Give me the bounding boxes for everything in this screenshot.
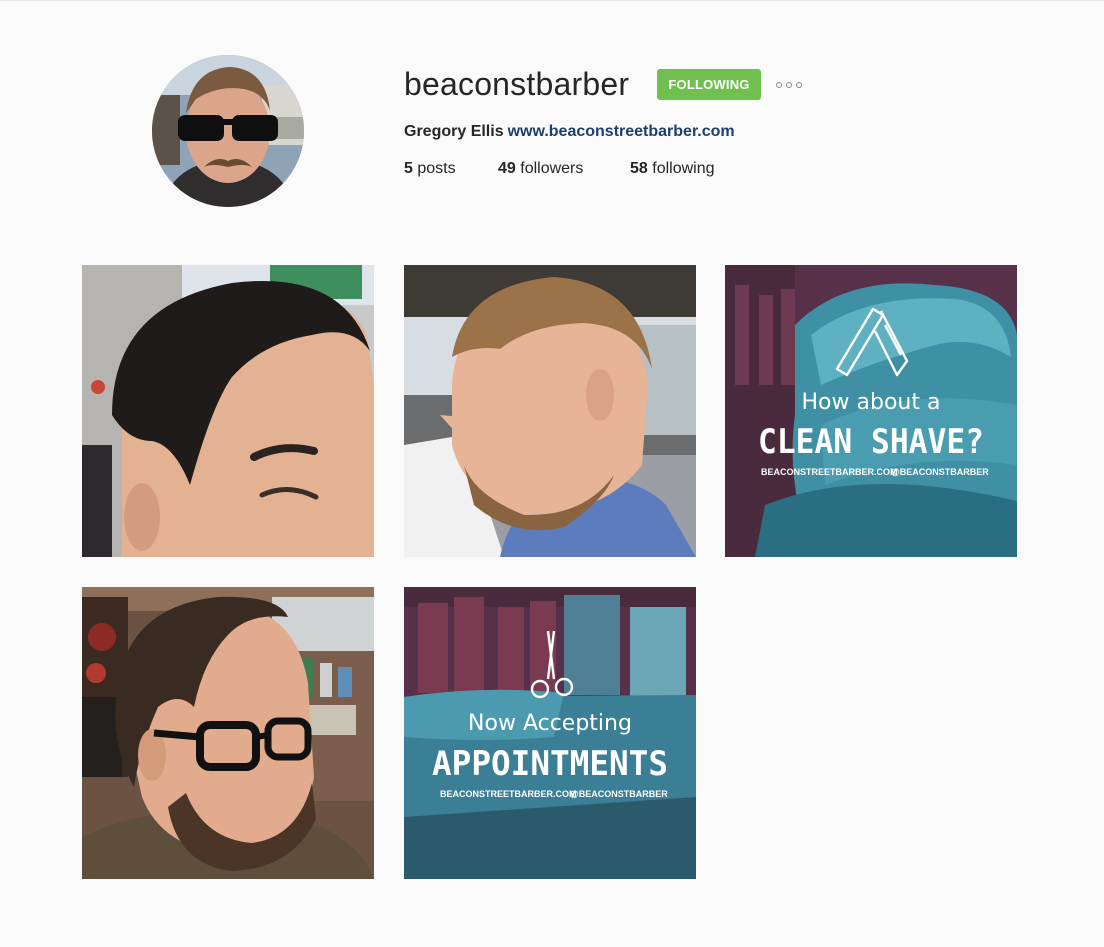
stat-posts: 5 posts bbox=[404, 158, 456, 180]
post-thumbnail-3[interactable]: How about a CLEAN SHAVE? BEACONSTREETBAR… bbox=[725, 265, 1017, 557]
profile-website-link[interactable]: www.beaconstreetbarber.com bbox=[508, 123, 735, 140]
following-label: following bbox=[652, 160, 715, 177]
post-5-handle: @BEACONSTBARBER bbox=[570, 789, 668, 799]
options-dot bbox=[796, 82, 802, 88]
more-options-icon[interactable] bbox=[776, 79, 802, 91]
post-3-line2: CLEAN SHAVE? bbox=[758, 422, 984, 462]
stat-following[interactable]: 58 following bbox=[630, 158, 715, 180]
profile-bio: Gregory Ellis www.beaconstreetbarber.com bbox=[404, 121, 735, 143]
followers-label: followers bbox=[520, 160, 584, 177]
following-count: 58 bbox=[630, 160, 648, 177]
options-dot bbox=[786, 82, 792, 88]
post-photo-2 bbox=[404, 265, 696, 557]
posts-count: 5 bbox=[404, 160, 413, 177]
post-3-handle: @BEACONSTBARBER bbox=[891, 467, 989, 477]
options-dot bbox=[776, 82, 782, 88]
post-graphic-5: Now Accepting APPOINTMENTS BEACONSTREETB… bbox=[404, 587, 696, 879]
posts-label: posts bbox=[417, 160, 456, 177]
post-thumbnail-1[interactable] bbox=[82, 265, 374, 557]
post-5-website: BEACONSTREETBARBER.COM bbox=[440, 789, 577, 799]
post-graphic-3: How about a CLEAN SHAVE? BEACONSTREETBAR… bbox=[725, 265, 1017, 557]
profile-username: beaconstbarber bbox=[404, 66, 630, 102]
following-button[interactable]: FOLLOWING bbox=[657, 69, 761, 100]
post-photo-1 bbox=[82, 265, 374, 557]
avatar-photo bbox=[152, 55, 304, 207]
post-3-line1: How about a bbox=[802, 390, 941, 415]
post-thumbnail-4[interactable] bbox=[82, 587, 374, 879]
stat-followers[interactable]: 49 followers bbox=[498, 158, 583, 180]
post-thumbnail-5[interactable]: Now Accepting APPOINTMENTS BEACONSTREETB… bbox=[404, 587, 696, 879]
profile-full-name: Gregory Ellis bbox=[404, 123, 504, 140]
post-5-line2: APPOINTMENTS bbox=[432, 744, 668, 784]
post-thumbnail-2[interactable] bbox=[404, 265, 696, 557]
avatar[interactable] bbox=[152, 55, 304, 207]
post-5-line1: Now Accepting bbox=[468, 711, 632, 736]
top-divider bbox=[0, 0, 1104, 1]
post-3-website: BEACONSTREETBARBER.COM bbox=[761, 467, 898, 477]
followers-count: 49 bbox=[498, 160, 516, 177]
post-photo-4 bbox=[82, 587, 374, 879]
